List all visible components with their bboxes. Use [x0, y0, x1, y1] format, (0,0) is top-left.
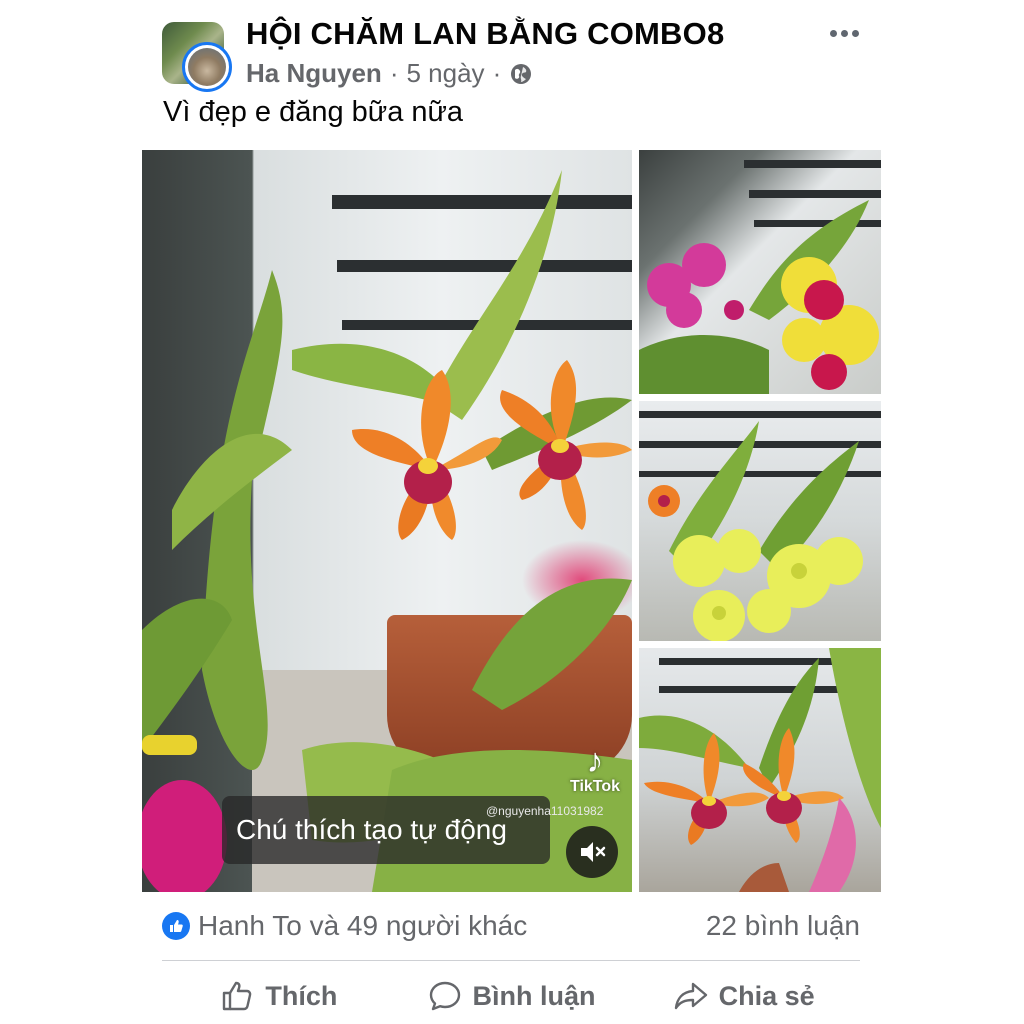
photo-thumbnail[interactable] [639, 401, 881, 641]
reaction-summary[interactable]: Hanh To và 49 người khác [162, 910, 527, 942]
meta-separator: · [389, 58, 399, 88]
like-label: Thích [265, 980, 338, 1011]
author-name[interactable]: Ha Nguyen [246, 58, 382, 89]
mute-icon [581, 842, 606, 862]
tiktok-handle: @nguyenha11031982 [486, 804, 604, 818]
comment-count[interactable]: 22 bình luận [706, 910, 860, 942]
post-time[interactable]: 5 ngày [406, 58, 484, 89]
post-meta: Ha Nguyen · 5 ngày · [246, 58, 533, 89]
globe-icon [509, 62, 533, 86]
like-button[interactable]: Thích [162, 972, 395, 1020]
post-text: Vì đẹp e đăng bữa nữa [163, 96, 464, 128]
mute-button[interactable] [566, 826, 618, 878]
tiktok-watermark: ♪ TikTok [566, 744, 624, 796]
photo-thumbnail[interactable] [639, 648, 881, 892]
reaction-text[interactable]: Hanh To và 49 người khác [198, 910, 527, 942]
photo-thumbnail[interactable] [639, 150, 881, 394]
tiktok-icon: ♪ [586, 742, 604, 780]
comment-button[interactable]: Bình luận [395, 972, 628, 1020]
comment-label: Bình luận [472, 980, 596, 1011]
thumbs-up-icon [223, 981, 252, 1011]
divider [162, 960, 860, 961]
orchid-illustration [142, 170, 632, 892]
post-avatar-group[interactable] [162, 22, 234, 94]
share-button[interactable]: Chia sẻ [627, 972, 860, 1020]
orchid-thumbnail-art [639, 411, 881, 641]
share-label: Chia sẻ [718, 980, 815, 1011]
group-name[interactable]: HỘI CHĂM LAN BẰNG COMBO8 [246, 16, 724, 52]
orchid-thumbnail-art [639, 648, 881, 892]
share-icon [674, 982, 707, 1010]
orchid-thumbnail-art [639, 160, 881, 394]
action-bar: Thích Bình luận Chia sẻ [162, 972, 860, 1020]
meta-separator: · [492, 58, 502, 88]
comment-icon [429, 981, 460, 1011]
main-photo[interactable]: Chú thích tạo tự động [142, 150, 632, 892]
like-reaction-icon [162, 912, 190, 940]
more-options-icon[interactable] [826, 18, 862, 48]
user-avatar[interactable] [182, 42, 232, 92]
tiktok-label: TikTok [569, 778, 621, 795]
